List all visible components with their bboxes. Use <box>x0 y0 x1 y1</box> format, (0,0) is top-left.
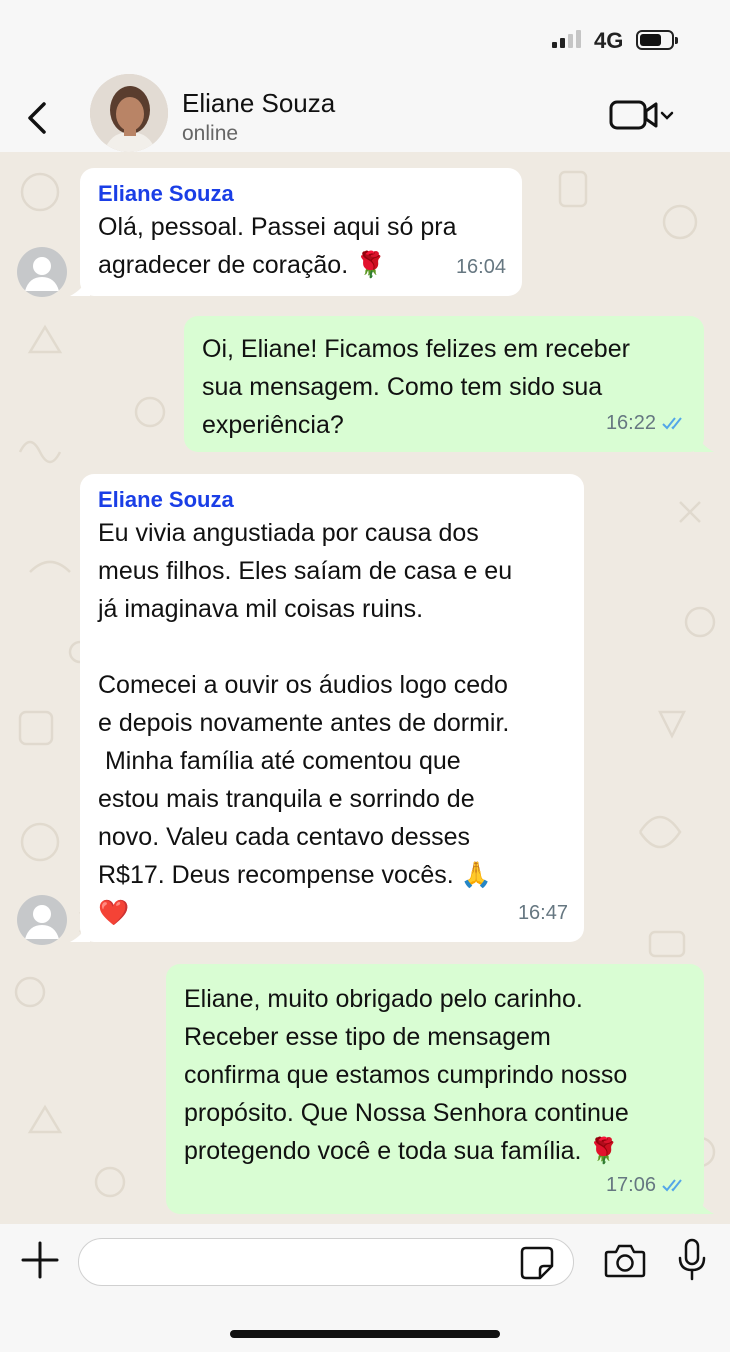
double-check-icon <box>662 1179 682 1192</box>
battery-icon <box>636 30 678 50</box>
message-meta: 16:22 <box>606 404 688 442</box>
composer-bar <box>0 1224 730 1352</box>
message-time: 17:06 <box>605 1174 656 1196</box>
microphone-icon <box>678 1238 706 1281</box>
message-input[interactable] <box>78 1238 574 1286</box>
plus-icon <box>21 1241 59 1279</box>
bubble-tail <box>694 1194 714 1214</box>
message-text: Olá, pessoal. Passei aqui só pra agradec… <box>98 213 457 279</box>
status-bar: 4G <box>0 0 730 70</box>
back-button[interactable] <box>22 100 52 136</box>
camera-icon <box>604 1244 646 1278</box>
bubble-tail <box>694 432 714 452</box>
default-user-icon <box>25 905 59 939</box>
sticker-button[interactable] <box>520 1246 554 1280</box>
default-user-icon <box>25 257 59 291</box>
contact-avatar[interactable] <box>90 74 168 152</box>
chat-area[interactable]: Eliane Souza Olá, pessoal. Passei aqui s… <box>0 152 730 1224</box>
network-type: 4G <box>594 28 624 53</box>
message-bubble-outgoing[interactable]: Eliane, muito obrigado pelo carinho. Rec… <box>166 964 714 1214</box>
message-sender: Eliane Souza <box>98 181 234 206</box>
camera-button[interactable] <box>604 1242 646 1278</box>
attach-button[interactable] <box>20 1240 60 1280</box>
message-meta: 16:47 <box>518 894 568 932</box>
voice-message-button[interactable] <box>676 1238 708 1282</box>
video-camera-icon <box>609 100 674 130</box>
message-bubble-outgoing[interactable]: Oi, Eliane! Ficamos felizes em receber s… <box>184 316 714 452</box>
contact-name[interactable]: Eliane Souza <box>182 88 335 119</box>
message-meta: 16:04 <box>456 248 506 286</box>
home-indicator[interactable] <box>230 1330 500 1338</box>
message-text: Eu vivia angustiada por causa dos meus f… <box>98 519 513 927</box>
bubble-tail <box>70 922 90 942</box>
signal-icon <box>552 30 581 48</box>
message-sender: Eliane Souza <box>98 487 234 512</box>
double-check-icon <box>662 417 682 430</box>
sender-avatar[interactable] <box>17 247 67 297</box>
message-time: 16:22 <box>605 412 656 434</box>
sender-avatar[interactable] <box>17 895 67 945</box>
message-meta: 17:06 <box>606 1166 688 1204</box>
chevron-left-icon <box>28 102 46 134</box>
contact-status: online <box>182 122 239 145</box>
profile-photo <box>90 74 168 152</box>
video-call-button[interactable] <box>608 98 678 134</box>
message-bubble-incoming[interactable]: Eliane Souza Olá, pessoal. Passei aqui s… <box>70 168 522 296</box>
message-bubble-incoming[interactable]: Eliane Souza Eu vivia angustiada por cau… <box>70 474 584 942</box>
chat-header: Eliane Souza online <box>0 70 730 152</box>
sticker-icon <box>520 1246 554 1280</box>
message-time: 16:04 <box>455 256 506 278</box>
message-time: 16:47 <box>517 902 568 924</box>
bubble-tail <box>70 276 90 296</box>
message-text: Eliane, muito obrigado pelo carinho. Rec… <box>184 985 629 1165</box>
